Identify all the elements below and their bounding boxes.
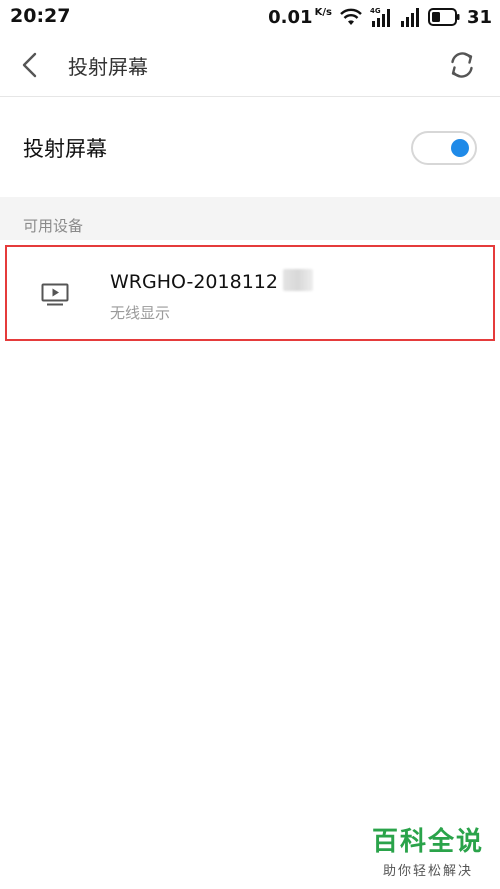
chevron-left-icon[interactable]	[18, 51, 42, 79]
battery-icon	[427, 8, 460, 26]
page-title: 投射屏幕	[68, 55, 148, 79]
screen-cast-toggle[interactable]	[411, 131, 477, 165]
status-icons: 0.01 K/s 4G 31	[268, 4, 492, 30]
wifi-icon	[340, 8, 362, 25]
watermark-sub: 助你轻松解决	[382, 864, 473, 879]
tv-icon	[41, 283, 69, 306]
section-title: 可用设备	[23, 217, 84, 235]
available-devices-section: 可用设备 WRGHO-2018112 无线显示	[0, 197, 500, 889]
status-bar: 20:27 0.01 K/s 4G 31	[0, 0, 500, 34]
blurred-region	[283, 269, 313, 291]
watermark: 百科全说 助你轻松解决	[372, 821, 484, 879]
title-bar: 投射屏幕	[0, 34, 500, 97]
status-time: 20:27	[10, 5, 71, 27]
signal-icon	[400, 8, 419, 27]
device-name: WRGHO-2018112	[110, 271, 278, 293]
signal-4g-label: 4G	[370, 7, 381, 15]
device-item[interactable]: WRGHO-2018112 无线显示	[5, 245, 495, 341]
network-speed-unit: K/s	[314, 6, 332, 18]
toggle-knob	[451, 139, 469, 157]
network-speed: 0.01 K/s	[268, 7, 332, 28]
signal-4g-icon: 4G	[370, 7, 390, 27]
refresh-icon[interactable]	[446, 49, 478, 81]
watermark-main: 百科全说	[371, 827, 484, 857]
screen-cast-label: 投射屏幕	[23, 137, 107, 161]
network-speed-value: 0.01	[268, 6, 313, 28]
battery-percent: 31	[466, 6, 492, 28]
device-subtitle: 无线显示	[110, 304, 171, 322]
device-list: WRGHO-2018112 无线显示	[0, 240, 500, 889]
